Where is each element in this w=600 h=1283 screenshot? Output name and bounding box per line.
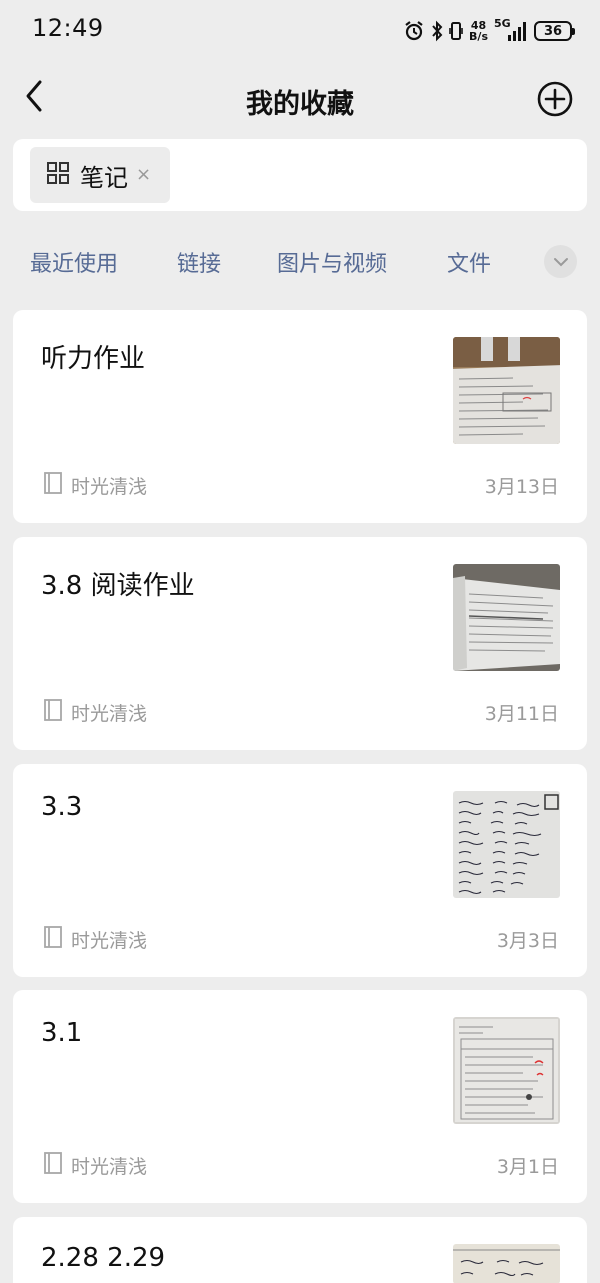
filter-chip-label: 笔记 (80, 163, 128, 192)
note-date: 3月3日 (496, 930, 559, 952)
network-type: 5G (494, 17, 511, 30)
tab-files[interactable]: 文件 (447, 246, 491, 278)
note-source: 时光清浅 (43, 1151, 147, 1179)
note-card[interactable]: 2.28 2.29 (13, 1217, 587, 1283)
note-source-label: 时光清浅 (71, 1155, 148, 1178)
book-icon (43, 1151, 63, 1179)
tabs-expand-button[interactable] (544, 245, 577, 278)
chevron-down-icon (553, 252, 569, 271)
alarm-icon (403, 20, 425, 42)
note-card[interactable]: 3.3 时光清浅 3月3日 (13, 764, 587, 977)
note-title: 3.8 阅读作业 (41, 571, 195, 601)
status-bar: 12:49 48 B/s 5G 36 (0, 0, 600, 60)
note-title: 听力作业 (41, 344, 146, 374)
tab-images-videos[interactable]: 图片与视频 (277, 246, 387, 278)
note-thumbnail (453, 791, 560, 898)
note-title: 2.28 2.29 (41, 1243, 166, 1273)
network-speed: 48 B/s (469, 20, 488, 42)
battery-level: 36 (543, 23, 563, 39)
battery-icon: 36 (534, 21, 575, 41)
note-source: 时光清浅 (43, 471, 147, 499)
note-card[interactable]: 3.8 阅读作业 时光清浅 3月11日 (13, 537, 587, 750)
note-card[interactable]: 3.1 时光清浅 3月1日 (13, 990, 587, 1203)
note-source-label: 时光清浅 (71, 929, 148, 952)
page-title: 我的收藏 (246, 89, 354, 120)
note-title: 3.3 (41, 792, 83, 822)
category-tabs: 最近使用 链接 图片与视频 文件 (0, 238, 600, 286)
status-icons: 48 B/s 5G 36 (403, 17, 575, 45)
filter-chip-notes[interactable]: 笔记 × (30, 147, 170, 203)
status-time: 12:49 (32, 14, 104, 42)
filter-card: 笔记 × (13, 139, 587, 211)
book-icon (43, 925, 63, 953)
plus-circle-icon (536, 81, 574, 122)
note-date: 3月1日 (496, 1156, 559, 1178)
note-source: 时光清浅 (43, 925, 147, 953)
grid-icon (46, 161, 70, 189)
note-thumbnail (453, 564, 560, 671)
tab-links[interactable]: 链接 (177, 246, 221, 278)
bluetooth-icon (431, 20, 443, 42)
note-thumbnail (453, 1017, 560, 1124)
book-icon (43, 698, 63, 726)
note-source-label: 时光清浅 (71, 702, 148, 725)
nav-bar: 我的收藏 (0, 64, 600, 134)
vibrate-icon (449, 20, 463, 42)
tab-recent[interactable]: 最近使用 (30, 246, 118, 278)
signal-5g-icon: 5G (494, 17, 528, 43)
note-date: 3月13日 (484, 476, 559, 498)
add-button[interactable] (536, 80, 574, 118)
note-source-label: 时光清浅 (71, 475, 148, 498)
note-source: 时光清浅 (43, 698, 147, 726)
note-thumbnail (453, 1244, 560, 1283)
network-speed-unit: B/s (469, 30, 488, 43)
book-icon (43, 471, 63, 499)
note-date: 3月11日 (484, 703, 559, 725)
note-card[interactable]: 听力作业 时光清浅 3月13日 (13, 310, 587, 523)
note-title: 3.1 (41, 1018, 83, 1048)
note-thumbnail (453, 337, 560, 444)
close-icon[interactable]: × (136, 164, 151, 185)
